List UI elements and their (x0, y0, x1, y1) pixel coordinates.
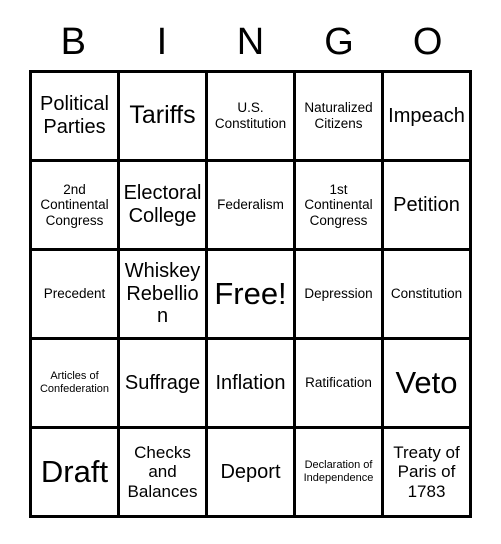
bingo-cell-label: Veto (395, 364, 458, 400)
bingo-header-row: B I N G O (29, 14, 472, 70)
bingo-cell-label: Articles of Confederation (39, 370, 110, 395)
bingo-header-letter-b: B (60, 21, 86, 63)
bingo-cell[interactable]: Tariffs (120, 73, 208, 162)
bingo-header-letter-i: I (156, 21, 168, 63)
bingo-free-cell[interactable]: Free! (208, 251, 296, 340)
bingo-cell-label: Tariffs (129, 101, 196, 130)
bingo-cell-label: Precedent (43, 286, 106, 302)
bingo-cell-label: Petition (393, 193, 460, 216)
bingo-cell-label: Inflation (215, 371, 286, 394)
bingo-cell-label: Declaration of Independence (303, 459, 374, 484)
bingo-cell[interactable]: U.S. Constitution (208, 73, 296, 162)
bingo-cell[interactable]: 2nd Continental Congress (32, 162, 120, 251)
bingo-cell[interactable]: Electoral College (120, 162, 208, 251)
bingo-cell-label: Whiskey Rebellion (124, 260, 201, 328)
bingo-cell-label: Treaty of Paris of 1783 (393, 442, 460, 501)
bingo-cell-label: Constitution (390, 286, 463, 302)
bingo-cell[interactable]: Suffrage (120, 340, 208, 429)
bingo-cell-label: Federalism (217, 197, 284, 213)
bingo-grid: Political Parties Tariffs U.S. Constitut… (29, 70, 472, 518)
bingo-cell[interactable]: Checks and Balances (120, 429, 208, 518)
bingo-cell[interactable]: Deport (208, 429, 296, 518)
bingo-cell-label: Political Parties (40, 93, 109, 138)
bingo-header-letter-g: G (324, 21, 354, 63)
bingo-cell[interactable]: Depression (296, 251, 384, 340)
bingo-cell[interactable]: Veto (384, 340, 472, 429)
bingo-header-letter-o: O (412, 21, 443, 63)
bingo-cell[interactable]: Federalism (208, 162, 296, 251)
bingo-cell[interactable]: Articles of Confederation (32, 340, 120, 429)
bingo-cell-label: Impeach (388, 104, 465, 127)
bingo-cell[interactable]: Treaty of Paris of 1783 (384, 429, 472, 518)
bingo-cell[interactable]: Political Parties (32, 73, 120, 162)
bingo-cell[interactable]: Inflation (208, 340, 296, 429)
bingo-cell[interactable]: Whiskey Rebellion (120, 251, 208, 340)
bingo-cell[interactable]: Draft (32, 429, 120, 518)
bingo-cell-label: Free! (214, 275, 287, 311)
bingo-cell[interactable]: Impeach (384, 73, 472, 162)
bingo-cell[interactable]: Petition (384, 162, 472, 251)
bingo-cell-label: Naturalized Citizens (304, 100, 373, 131)
bingo-cell-label: Suffrage (124, 371, 201, 394)
bingo-cell[interactable]: Naturalized Citizens (296, 73, 384, 162)
bingo-cell[interactable]: Precedent (32, 251, 120, 340)
bingo-cell-label: Depression (304, 286, 373, 302)
bingo-cell-label: Draft (40, 453, 109, 489)
bingo-cell-label: U.S. Constitution (214, 100, 287, 131)
bingo-cell[interactable]: Declaration of Independence (296, 429, 384, 518)
bingo-card: B I N G O Political Parties Tariffs U.S.… (0, 0, 501, 544)
bingo-cell-label: 1st Continental Congress (304, 181, 373, 228)
bingo-header-letter-n: N (236, 21, 265, 63)
bingo-cell[interactable]: Ratification (296, 340, 384, 429)
bingo-cell-label: Checks and Balances (127, 442, 198, 501)
bingo-cell-label: Ratification (305, 375, 372, 391)
bingo-cell[interactable]: Constitution (384, 251, 472, 340)
bingo-cell-label: Deport (220, 460, 281, 483)
bingo-cell-label: Electoral College (123, 182, 202, 227)
bingo-cell-label: 2nd Continental Congress (40, 181, 109, 228)
bingo-cell[interactable]: 1st Continental Congress (296, 162, 384, 251)
